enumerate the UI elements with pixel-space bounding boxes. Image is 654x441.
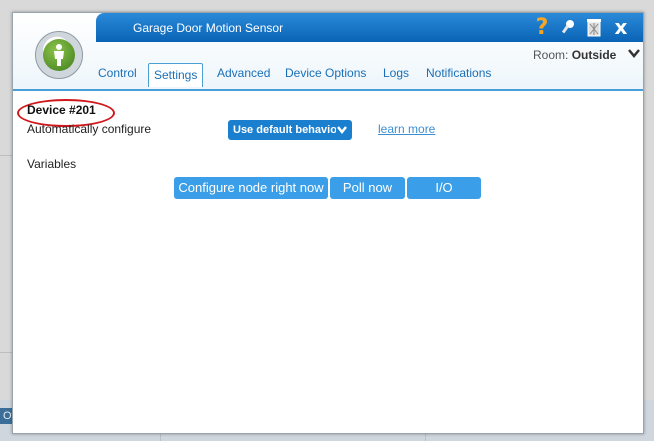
poll-now-button[interactable]: Poll now — [330, 177, 405, 199]
auto-configure-select[interactable]: Use default behavior — [228, 120, 352, 140]
device-id: Device #201 — [27, 103, 96, 117]
pin-icon[interactable] — [557, 16, 579, 38]
window-title: Garage Door Motion Sensor — [133, 21, 284, 35]
trash-icon[interactable] — [583, 16, 605, 38]
close-icon[interactable]: x — [610, 15, 632, 39]
configure-node-button[interactable]: Configure node right now — [174, 177, 328, 199]
tab-notifications[interactable]: Notifications — [426, 66, 491, 80]
room-indicator: Room: Outside — [533, 48, 616, 62]
tab-logs[interactable]: Logs — [383, 66, 409, 80]
learn-more-link[interactable]: learn more — [378, 122, 435, 136]
title-bar: Garage Door Motion Sensor ? x — [96, 13, 643, 42]
room-value: Outside — [571, 48, 617, 62]
dialog-header: Garage Door Motion Sensor ? x Room: Outs… — [13, 13, 643, 91]
help-icon[interactable]: ? — [531, 15, 553, 40]
device-settings-dialog: Garage Door Motion Sensor ? x Room: Outs… — [12, 12, 644, 434]
motion-sensor-logo — [35, 31, 83, 79]
background-divider — [0, 352, 12, 353]
io-button[interactable]: I/O — [407, 177, 481, 199]
auto-configure-label: Automatically configure — [27, 122, 152, 136]
person-icon — [43, 39, 75, 71]
tab-control[interactable]: Control — [98, 66, 137, 80]
variables-label: Variables — [27, 157, 77, 171]
auto-configure-value: Use default behavior — [233, 124, 342, 136]
tab-advanced[interactable]: Advanced — [217, 66, 270, 80]
tab-device-options[interactable]: Device Options — [285, 66, 366, 80]
chevron-down-icon[interactable] — [627, 47, 641, 62]
tab-settings[interactable]: Settings — [148, 63, 204, 87]
room-label: Room: — [533, 48, 569, 62]
chevron-down-icon — [336, 123, 348, 138]
background-divider — [0, 155, 12, 156]
settings-panel: Device #201 Automatically configure Use … — [13, 91, 643, 433]
